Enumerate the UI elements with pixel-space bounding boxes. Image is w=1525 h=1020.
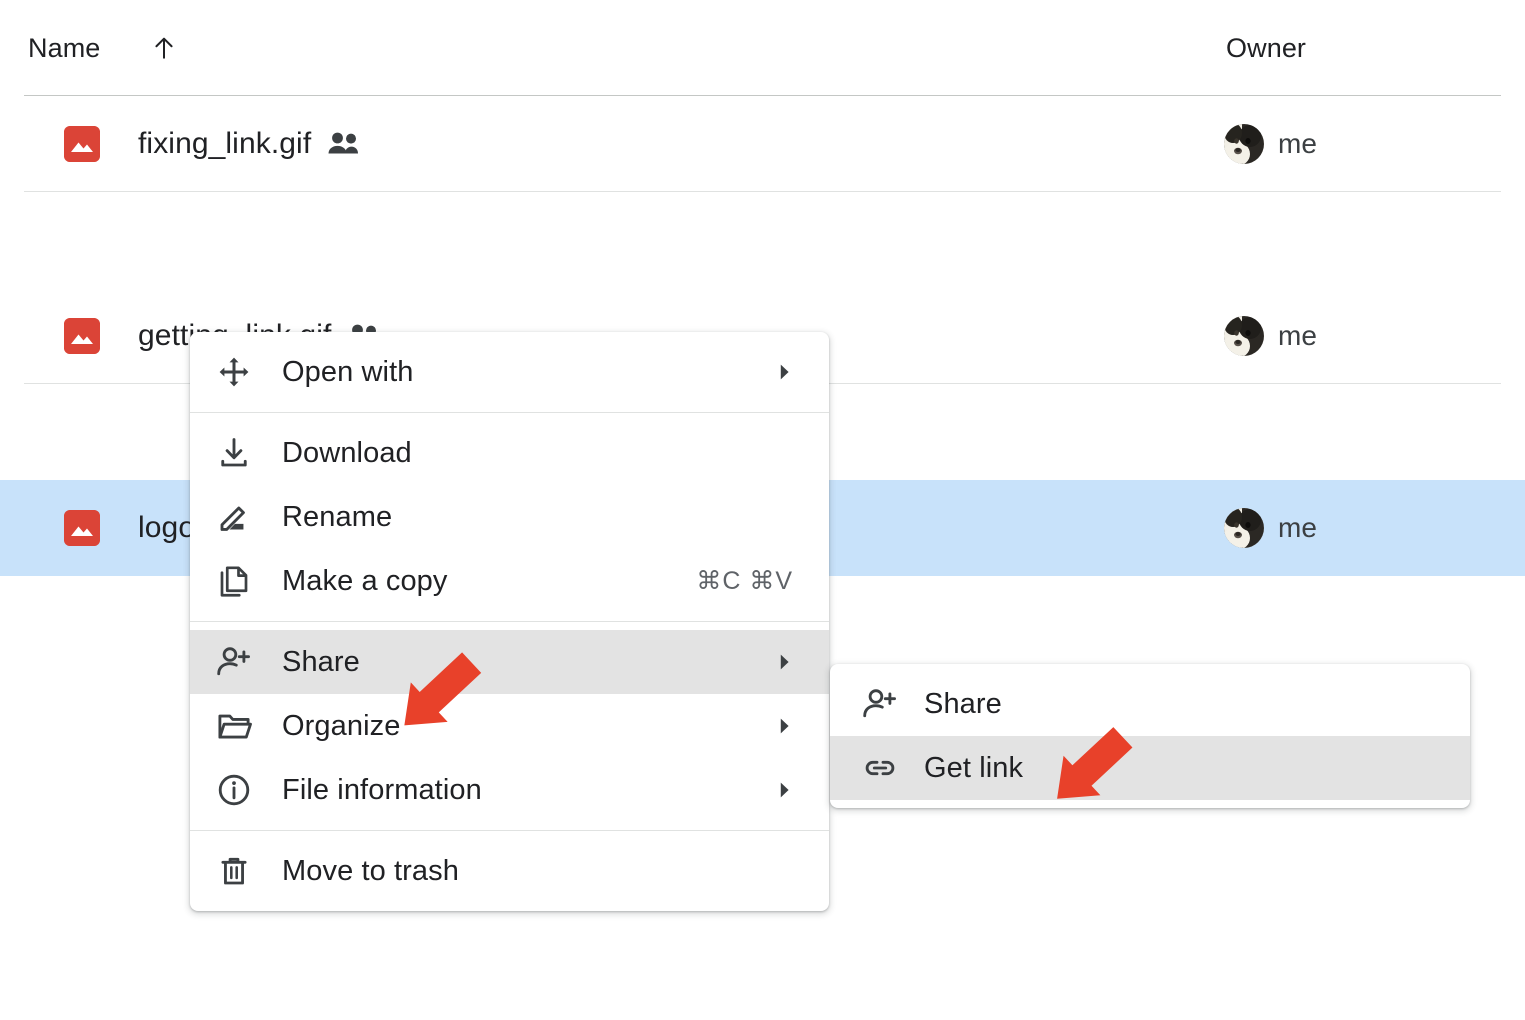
table-row[interactable]: fixing_link.gif me — [0, 96, 1525, 192]
menu-item-organize[interactable]: Organize — [190, 694, 829, 758]
menu-item-download[interactable]: Download — [190, 421, 829, 485]
owner-cell: me — [1224, 316, 1317, 356]
person-add-icon — [862, 686, 906, 722]
file-name[interactable]: fixing_link.gif — [138, 127, 311, 161]
column-header-name[interactable]: Name — [28, 33, 100, 64]
chevron-right-icon — [773, 715, 807, 737]
pencil-rename-icon — [216, 499, 260, 535]
dog-photo-avatar — [1224, 316, 1264, 356]
menu-item-open-with[interactable]: Open with — [190, 340, 829, 404]
chevron-right-icon — [773, 651, 807, 673]
dog-photo-avatar — [1224, 124, 1264, 164]
menu-separator — [190, 621, 829, 622]
chevron-right-icon — [773, 361, 807, 383]
open-with-move-icon — [216, 354, 260, 390]
owner-cell: me — [1224, 124, 1317, 164]
owner-name: me — [1278, 320, 1318, 351]
menu-item-make-a-copy[interactable]: Make a copy ⌘C ⌘V — [190, 549, 829, 613]
keyboard-shortcut: ⌘C ⌘V — [696, 567, 793, 595]
column-header-owner[interactable]: Owner — [1226, 33, 1306, 64]
menu-item-file-information[interactable]: File information — [190, 758, 829, 822]
chevron-right-icon — [773, 779, 807, 801]
info-circle-icon — [216, 772, 260, 808]
menu-item-label: Open with — [282, 355, 414, 388]
menu-separator — [190, 412, 829, 413]
menu-item-label: Rename — [282, 500, 393, 533]
owner-name: me — [1278, 128, 1318, 159]
submenu-item-label: Get link — [924, 751, 1024, 784]
menu-item-label: Download — [282, 436, 412, 469]
submenu-item-label: Share — [924, 687, 1002, 720]
link-chain-icon — [862, 750, 906, 786]
menu-item-rename[interactable]: Rename — [190, 485, 829, 549]
menu-item-share[interactable]: Share — [190, 630, 829, 694]
owner-cell: me — [1224, 508, 1317, 548]
people-shared-icon — [328, 131, 362, 157]
folder-icon — [216, 708, 260, 744]
menu-item-label: File information — [282, 773, 482, 806]
image-file-icon — [64, 510, 100, 546]
image-file-icon — [64, 318, 100, 354]
submenu-item-get-link[interactable]: Get link — [830, 736, 1470, 800]
menu-item-move-to-trash[interactable]: Move to trash — [190, 839, 829, 903]
dog-photo-avatar — [1224, 508, 1264, 548]
copy-icon — [216, 563, 260, 599]
context-menu: Open with Download Rename Make a copy ⌘C… — [190, 332, 829, 911]
menu-item-label: Make a copy — [282, 564, 448, 597]
menu-separator — [190, 830, 829, 831]
file-list: Name Owner fixing_link.gif me me me — [0, 0, 1525, 576]
submenu-item-share[interactable]: Share — [830, 672, 1470, 736]
download-icon — [216, 435, 260, 471]
menu-item-label: Organize — [282, 709, 401, 742]
share-submenu: Share Get link — [830, 664, 1470, 808]
sort-arrow-up-icon[interactable] — [150, 31, 178, 65]
file-list-header: Name Owner — [0, 0, 1525, 96]
trash-icon — [216, 853, 260, 889]
image-file-icon — [64, 126, 100, 162]
menu-item-label: Share — [282, 645, 360, 678]
person-add-icon — [216, 644, 260, 680]
owner-name: me — [1278, 512, 1318, 543]
menu-item-label: Move to trash — [282, 854, 459, 887]
